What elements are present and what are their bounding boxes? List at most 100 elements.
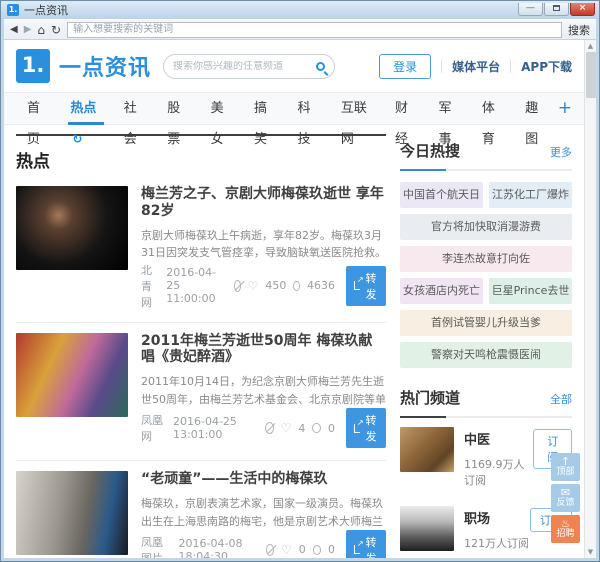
channel-name[interactable]: 中医 — [464, 429, 533, 448]
maximize-icon — [553, 5, 560, 11]
nav-tab-society[interactable]: 社会 — [113, 93, 156, 124]
hot-search-tag[interactable]: 巨星Prince去世 — [489, 278, 572, 304]
nav-tab-pics[interactable]: 趣图 — [514, 93, 557, 124]
news-summary: 梅葆玖，京剧表演艺术家，国家一级演员。梅葆玖出生在上海思南路的梅宅，他是京剧艺术… — [141, 495, 386, 530]
divider — [441, 59, 442, 73]
browser-window: 1. 一点资讯 — × ◀ ▶ ⌂ ↻ 搜索 1. 一点资讯 — [0, 0, 600, 562]
scroll-up-icon[interactable]: ▲ — [588, 40, 593, 52]
hot-search-tags: 中国首个航天日 江苏化工厂爆炸 官方将加快取消漫游费 李连杰故意打向佐 女孩酒店… — [400, 182, 572, 368]
hot-search-tag[interactable]: 李连杰故意打向佐 — [400, 246, 572, 272]
login-button[interactable]: 登录 — [379, 54, 431, 79]
hot-search-tag[interactable]: 警察对天鸣枪震慑医闹 — [400, 342, 572, 368]
comment-icon[interactable] — [313, 545, 321, 555]
tab-refresh-icon[interactable]: ↻ — [72, 132, 82, 146]
add-channel-button[interactable]: + — [558, 100, 572, 117]
scroll-down-icon[interactable]: ▼ — [588, 546, 593, 558]
media-platform-link[interactable]: 媒体平台 — [452, 58, 500, 75]
feedback-button[interactable]: ✉反馈 — [551, 484, 580, 512]
channel-logo[interactable] — [400, 506, 454, 551]
hot-search-title: 今日热搜 — [400, 140, 460, 161]
nav-tab-home[interactable]: 首页 — [16, 93, 59, 124]
news-thumbnail[interactable] — [16, 333, 128, 417]
channel-search-input[interactable] — [173, 61, 316, 72]
nav-tab-sports[interactable]: 体育 — [471, 93, 514, 124]
site-brand[interactable]: 一点资讯 — [59, 50, 151, 82]
channel-nav: 首页 热点↻ 社会 股票 美女 搞笑 科技 互联网 财经 军事 体育 趣图 + — [4, 92, 584, 125]
like-count: 4 — [298, 422, 305, 435]
comment-count: 0 — [328, 543, 335, 556]
like-icon[interactable]: ♡ — [248, 280, 259, 292]
like-icon[interactable]: ♡ — [281, 544, 292, 556]
nav-tab-finance[interactable]: 财经 — [384, 93, 427, 124]
news-summary: 2011年10月14日，为纪念京剧大师梅兰芳先生逝世50周年，由梅兰芳艺术基金会… — [141, 373, 386, 408]
news-item[interactable]: 2011年梅兰芳逝世50周年 梅葆玖献唱《贵妃醉酒》 2011年10月14日，为… — [16, 323, 386, 462]
nav-tab-internet[interactable]: 互联网 — [330, 93, 384, 124]
comment-icon[interactable] — [312, 423, 321, 433]
like-icon[interactable]: ♡ — [281, 422, 292, 434]
hot-search-tag[interactable]: 中国首个航天日 — [400, 182, 483, 208]
comment-icon[interactable] — [293, 281, 300, 291]
site-logo[interactable]: 1. — [16, 49, 50, 83]
share-icon — [354, 281, 360, 290]
scrollbar-thumb[interactable] — [586, 52, 596, 98]
news-thumbnail[interactable] — [16, 186, 128, 270]
minimize-button[interactable]: — — [518, 3, 543, 16]
nav-tab-tech[interactable]: 科技 — [286, 93, 329, 124]
news-meta: 凤凰网 2016-04-25 13:01:00 ♡4 0 转发 — [141, 408, 386, 448]
share-icon — [354, 424, 360, 433]
nav-tab-military[interactable]: 军事 — [427, 93, 470, 124]
hot-channels-all-link[interactable]: 全部 — [550, 391, 572, 407]
toolbar-search-button[interactable]: 搜索 — [568, 22, 590, 38]
vertical-scrollbar[interactable]: ▲ ▼ — [584, 40, 596, 558]
forward-icon[interactable]: ▶ — [24, 25, 32, 35]
back-icon[interactable]: ◀ — [10, 25, 18, 35]
like-count: 0 — [299, 543, 306, 556]
share-button[interactable]: 转发 — [346, 530, 386, 558]
nav-tab-beauty[interactable]: 美女 — [200, 93, 243, 124]
news-meta: 北青网 2016-04-25 11:00:00 ♡450 4636 转发 — [141, 262, 386, 310]
hot-search-tag[interactable]: 江苏化工厂爆炸 — [489, 182, 572, 208]
channel-logo[interactable] — [400, 427, 454, 472]
window-title: 一点资讯 — [24, 2, 68, 18]
nav-tab-stocks[interactable]: 股票 — [156, 93, 199, 124]
news-date: 2016-04-08 18:04:30 — [179, 537, 252, 558]
nav-tab-hot[interactable]: 热点↻ — [59, 93, 112, 124]
news-title[interactable]: 梅兰芳之子、京剧大师梅葆玖逝世 享年82岁 — [141, 186, 386, 220]
news-item[interactable]: 梅兰芳之子、京剧大师梅葆玖逝世 享年82岁 京剧大师梅葆玖上午病逝，享年82岁。… — [16, 176, 386, 323]
share-button[interactable]: 转发 — [346, 408, 386, 448]
dislike-icon[interactable] — [265, 422, 274, 434]
sidebar: 今日热搜 更多 中国首个航天日 江苏化工厂爆炸 官方将加快取消漫游费 李连杰故意… — [400, 134, 572, 558]
news-meta: 凤凰图片 2016-04-08 18:04:30 ♡0 0 转发 — [141, 530, 386, 558]
channel-search-box[interactable] — [163, 54, 335, 79]
floating-buttons: ↑顶部 ✉反馈 ♨招聘 — [551, 453, 580, 543]
search-icon[interactable] — [316, 62, 325, 71]
news-title[interactable]: “老顽童”——生活中的梅葆玖 — [141, 471, 386, 488]
dislike-icon[interactable] — [234, 280, 241, 292]
browser-toolbar: ◀ ▶ ⌂ ↻ 搜索 — [4, 19, 596, 40]
news-item[interactable]: “老顽童”——生活中的梅葆玖 梅葆玖，京剧表演艺术家，国家一级演员。梅葆玖出生在… — [16, 461, 386, 558]
share-button[interactable]: 转发 — [346, 266, 386, 306]
close-button[interactable]: × — [570, 3, 595, 16]
news-title[interactable]: 2011年梅兰芳逝世50周年 梅葆玖献唱《贵妃醉酒》 — [141, 333, 386, 367]
home-icon[interactable]: ⌂ — [37, 24, 45, 36]
hot-search-tag[interactable]: 官方将加快取消漫游费 — [400, 214, 572, 240]
nav-tab-funny[interactable]: 搞笑 — [243, 93, 286, 124]
refresh-icon[interactable]: ↻ — [51, 24, 61, 36]
dislike-icon[interactable] — [266, 544, 274, 556]
news-date: 2016-04-25 11:00:00 — [166, 266, 220, 305]
channel-row: 职场 121万人订阅 订阅 — [400, 497, 572, 558]
back-to-top-button[interactable]: ↑顶部 — [551, 453, 580, 481]
page-viewport: 1. 一点资讯 登录 媒体平台 APP下载 首页 热点↻ 社会 — [4, 40, 596, 558]
address-search-input[interactable] — [67, 22, 562, 38]
channel-row: 中医 1169.9万人订阅 订阅 — [400, 418, 572, 497]
maximize-button[interactable] — [544, 3, 569, 16]
channel-name[interactable]: 职场 — [464, 508, 529, 527]
news-thumbnail[interactable] — [16, 471, 128, 555]
recruit-button[interactable]: ♨招聘 — [551, 515, 580, 543]
flame-icon: ♨ — [551, 518, 580, 529]
hot-search-more-link[interactable]: 更多 — [550, 144, 572, 160]
window-titlebar: 1. 一点资讯 — × — [1, 1, 599, 19]
hot-search-tag[interactable]: 女孩酒店内死亡 — [400, 278, 483, 304]
hot-search-tag[interactable]: 首例试管婴儿升级当爹 — [400, 310, 572, 336]
app-download-link[interactable]: APP下载 — [521, 58, 572, 75]
